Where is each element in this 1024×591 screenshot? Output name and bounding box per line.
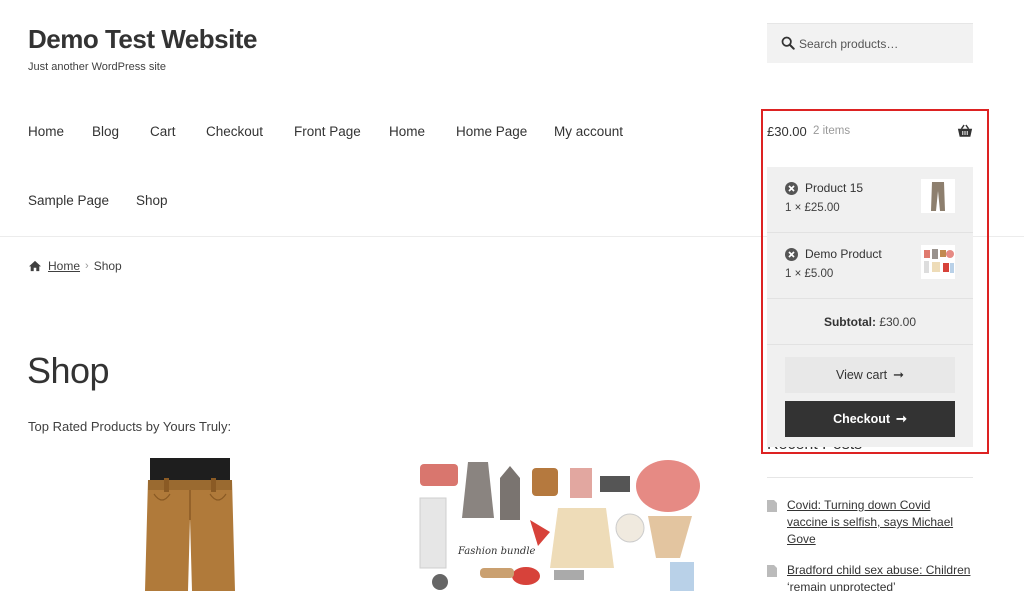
nav-item-cart[interactable]: Cart [150,124,176,139]
view-cart-button[interactable]: View cart ➞ [785,357,955,393]
search-input[interactable] [799,24,969,64]
site-title[interactable]: Demo Test Website [28,24,257,55]
nav-item-home-2[interactable]: Home [389,124,425,139]
mini-cart-dropdown: Product 15 1 × £25.00 Demo Product 1 × £… [767,167,973,447]
nav-item-front-page[interactable]: Front Page [294,124,361,139]
subtotal-label: Subtotal: [823,315,876,329]
recent-posts-divider [767,477,973,478]
mini-cart-item-quantity: 1 × £25.00 [785,202,840,214]
site-description: Just another WordPress site [28,61,166,73]
nav-item-shop[interactable]: Shop [136,193,168,208]
mini-cart-item-quantity: 1 × £5.00 [785,268,834,280]
breadcrumb: Home › Shop [28,259,122,273]
mini-cart-item: Demo Product 1 × £5.00 [767,233,973,299]
cart-item-count: 2 items [813,125,851,137]
checkout-button[interactable]: Checkout ➞ [785,401,955,437]
view-cart-label: View cart [835,368,888,382]
home-icon [29,260,41,272]
mini-cart-subtotal: Subtotal: £30.00 [767,299,973,345]
cart-amount[interactable]: £30.00 [767,124,807,139]
mini-cart-item: Product 15 1 × £25.00 [767,167,973,233]
product-search [767,23,973,64]
nav-item-sample-page[interactable]: Sample Page [28,193,109,208]
svg-text:Fashion bundle: Fashion bundle [457,546,536,557]
mini-cart-item-name[interactable]: Demo Product [805,247,882,261]
breadcrumb-separator: › [85,260,89,272]
subtotal-value: £30.00 [879,315,917,329]
arrow-right-icon: ➞ [893,367,905,382]
breadcrumb-home-link[interactable]: Home [48,259,80,273]
nav-item-checkout[interactable]: Checkout [206,124,263,139]
section-label: Top Rated Products by Yours Truly: [28,419,232,434]
mini-cart-item-thumbnail[interactable] [921,179,955,213]
remove-item-icon[interactable] [785,182,798,195]
mini-cart-item-thumbnail[interactable] [921,245,955,279]
nav-item-my-account[interactable]: My account [554,124,623,139]
product-image-pants[interactable] [140,458,240,591]
recent-post-link[interactable]: Bradford child sex abuse: Children ‘rema… [787,562,973,591]
arrow-right-icon: ➞ [896,411,907,426]
document-icon [767,565,777,577]
header-cart[interactable]: £30.00 2 items [767,122,973,144]
breadcrumb-current: Shop [93,259,122,273]
remove-item-icon[interactable] [785,248,798,261]
mini-cart-item-name[interactable]: Product 15 [805,181,863,195]
recent-post-link[interactable]: Covid: Turning down Covid vaccine is sel… [787,497,973,548]
nav-item-home-page[interactable]: Home Page [456,124,527,139]
checkout-label: Checkout [833,412,891,426]
nav-item-blog[interactable]: Blog [92,124,119,139]
basket-icon[interactable] [957,124,973,138]
nav-item-home[interactable]: Home [28,124,64,139]
document-icon [767,500,777,512]
product-image-fashion-bundle[interactable]: Fashion bundle [410,458,705,591]
search-icon [781,36,795,50]
page-title: Shop [27,350,110,391]
